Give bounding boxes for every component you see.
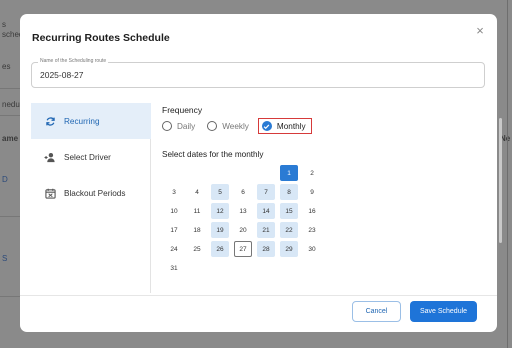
radio-weekly[interactable]: Weekly bbox=[207, 121, 249, 131]
radio-unchecked-icon bbox=[162, 121, 172, 131]
save-schedule-button[interactable]: Save Schedule bbox=[410, 301, 477, 322]
frequency-options: Daily Weekly Monthly bbox=[162, 118, 324, 134]
sync-icon bbox=[44, 115, 56, 127]
sidebar-item-blackout-periods[interactable]: Blackout Periods bbox=[31, 175, 151, 211]
sidebar-item-label: Recurring bbox=[64, 116, 100, 126]
radio-daily[interactable]: Daily bbox=[162, 121, 195, 131]
calendar-day[interactable]: 29 bbox=[280, 241, 298, 257]
schedule-name-legend: Name of the Scheduling route bbox=[38, 58, 109, 64]
calendar-day[interactable]: 10 bbox=[165, 203, 183, 219]
footer-divider bbox=[20, 295, 497, 296]
bg-fragment: nedu bbox=[2, 100, 20, 109]
calendar-day[interactable]: 25 bbox=[188, 241, 206, 257]
calendar-day[interactable]: 4 bbox=[188, 184, 206, 200]
sidebar-item-recurring[interactable]: Recurring bbox=[31, 103, 151, 139]
schedule-name-value: 2025-08-27 bbox=[40, 70, 84, 80]
bg-fragment: S bbox=[2, 254, 8, 263]
radio-label: Daily bbox=[177, 121, 196, 131]
radio-label: Monthly bbox=[276, 121, 306, 131]
calendar-day[interactable]: 27 bbox=[234, 241, 252, 257]
calendar-day[interactable]: 31 bbox=[165, 260, 183, 276]
calendar-day[interactable]: 1 bbox=[280, 165, 298, 181]
calendar-day[interactable]: 18 bbox=[188, 222, 206, 238]
content-scrollbar[interactable] bbox=[499, 118, 502, 243]
calendar-day[interactable]: 16 bbox=[303, 203, 321, 219]
radio-monthly[interactable]: Monthly bbox=[257, 118, 312, 134]
close-icon[interactable]: × bbox=[473, 24, 487, 38]
calendar-day[interactable]: 11 bbox=[188, 203, 206, 219]
calendar-day[interactable]: 22 bbox=[280, 222, 298, 238]
calendar-day[interactable]: 6 bbox=[234, 184, 252, 200]
calendar-day[interactable]: 8 bbox=[280, 184, 298, 200]
bg-fragment: ame bbox=[2, 134, 19, 143]
calendar-day[interactable]: 23 bbox=[303, 222, 321, 238]
bg-divider bbox=[0, 115, 22, 116]
sidebar-item-label: Select Driver bbox=[64, 152, 111, 162]
schedule-name-field[interactable]: Name of the Scheduling route 2025-08-27 bbox=[31, 58, 485, 88]
bg-fragment: es bbox=[2, 62, 11, 71]
calendar-day[interactable]: 14 bbox=[257, 203, 275, 219]
calendar-day[interactable]: 20 bbox=[234, 222, 252, 238]
calendar-day[interactable]: 15 bbox=[280, 203, 298, 219]
frequency-title: Frequency bbox=[162, 105, 203, 115]
calendar-day[interactable]: 3 bbox=[165, 184, 183, 200]
calendar-day[interactable]: 9 bbox=[303, 184, 321, 200]
bg-divider bbox=[0, 88, 22, 89]
calendar-day[interactable]: 19 bbox=[211, 222, 229, 238]
radio-label: Weekly bbox=[222, 121, 249, 131]
calendar-day[interactable]: 2 bbox=[303, 165, 321, 181]
calendar-day[interactable]: 13 bbox=[234, 203, 252, 219]
calendar-day[interactable]: 24 bbox=[165, 241, 183, 257]
calendar-day[interactable]: 7 bbox=[257, 184, 275, 200]
calendar-day[interactable]: 28 bbox=[257, 241, 275, 257]
sidebar-item-select-driver[interactable]: Select Driver bbox=[31, 139, 151, 175]
bg-fragment: s bbox=[2, 20, 6, 29]
calendar-day[interactable]: 30 bbox=[303, 241, 321, 257]
calendar-day[interactable]: 17 bbox=[165, 222, 183, 238]
bg-divider bbox=[0, 296, 22, 297]
bg-divider bbox=[507, 0, 508, 348]
check-circle-icon bbox=[261, 121, 272, 131]
calendar-instruction: Select dates for the monthly bbox=[162, 150, 264, 159]
calendar-day[interactable]: 21 bbox=[257, 222, 275, 238]
sidebar-item-label: Blackout Periods bbox=[64, 188, 126, 198]
modal-title: Recurring Routes Schedule bbox=[32, 32, 170, 44]
calendar-day[interactable]: 26 bbox=[211, 241, 229, 257]
calendar-block-icon bbox=[44, 187, 56, 199]
calendar-day[interactable]: 12 bbox=[211, 203, 229, 219]
recurring-routes-modal: Recurring Routes Schedule × Name of the … bbox=[20, 14, 502, 332]
bg-fragment: D bbox=[2, 175, 8, 184]
calendar-day[interactable]: 5 bbox=[211, 184, 229, 200]
bg-divider bbox=[0, 216, 22, 217]
cancel-button[interactable]: Cancel bbox=[352, 301, 401, 322]
add-person-icon bbox=[44, 151, 56, 163]
radio-unchecked-icon bbox=[207, 121, 218, 131]
schedule-sidebar: Recurring Select Driver Blackout Periods bbox=[31, 103, 151, 293]
